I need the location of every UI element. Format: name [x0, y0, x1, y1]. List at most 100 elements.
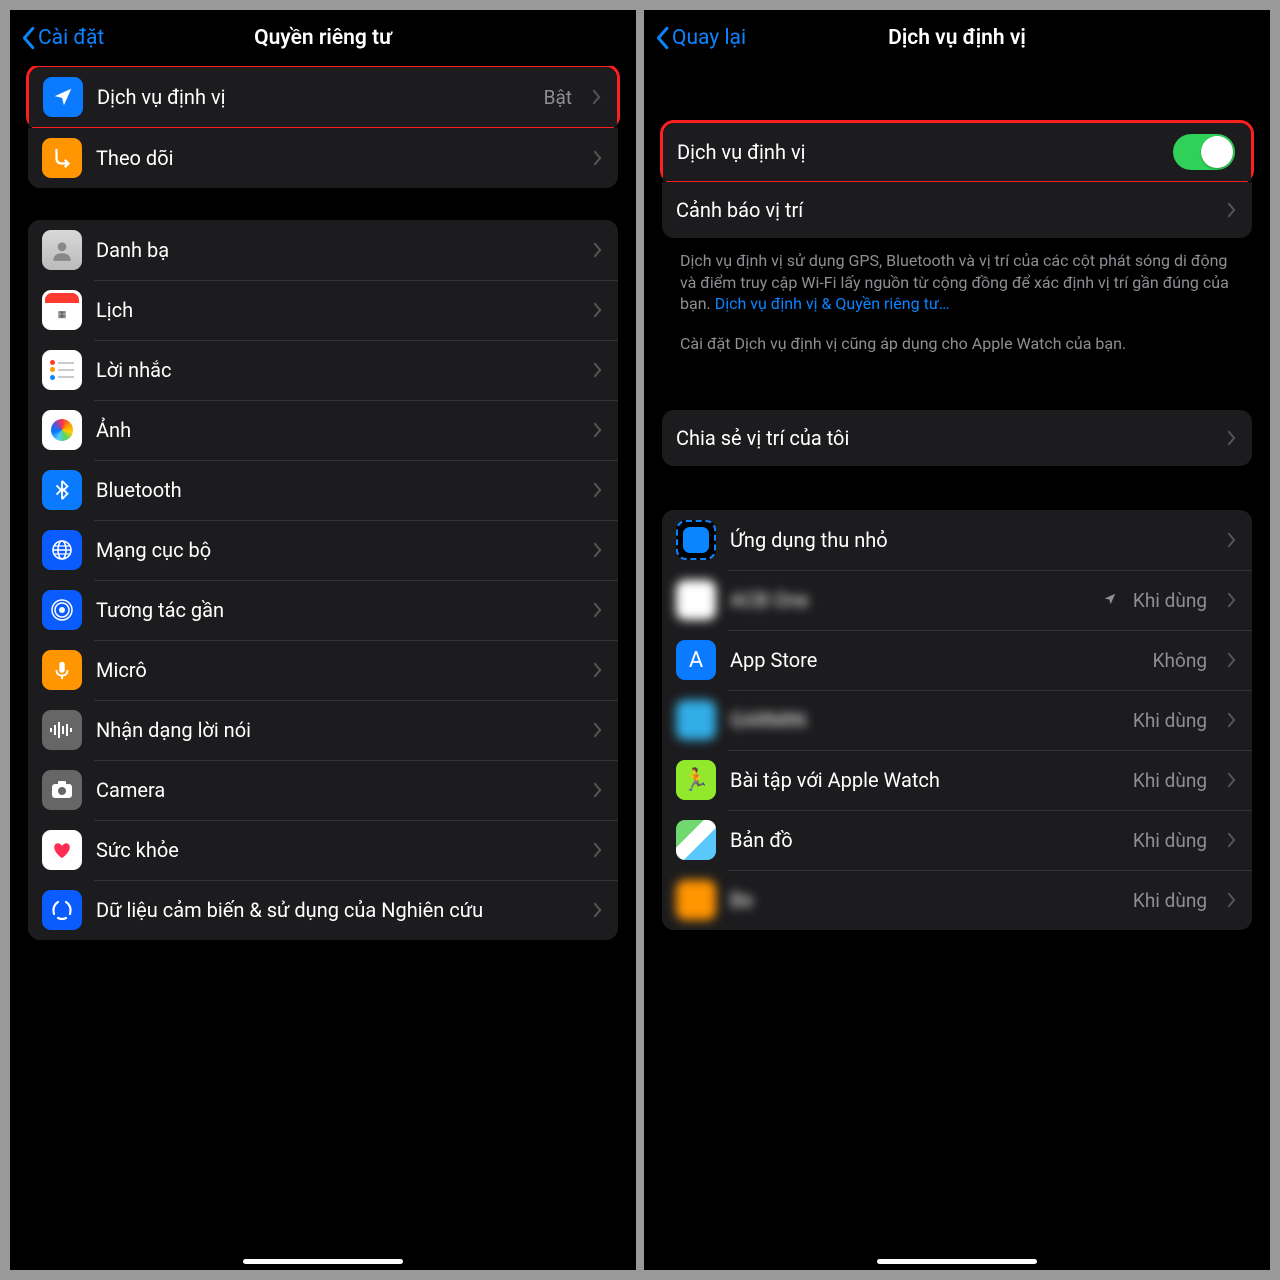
row-label: Mạng cục bộ: [96, 538, 573, 562]
chevron-left-icon: [20, 26, 36, 50]
privacy-row-1[interactable]: Theo dõi: [28, 128, 618, 188]
app-row-5[interactable]: Bản đồ Khi dùng: [662, 810, 1252, 870]
row-label: Tương tác gần: [96, 598, 573, 622]
calendar-icon: ▦: [42, 290, 82, 330]
chevron-left-icon: [654, 26, 670, 50]
privacy-row-0[interactable]: Danh bạ: [28, 220, 618, 280]
location-arrow-icon: [1103, 591, 1117, 610]
privacy-row-11[interactable]: Dữ liệu cảm biến & sử dụng của Nghiên cứ…: [28, 880, 618, 940]
app-row-3[interactable]: GARMIN Khi dùng: [662, 690, 1252, 750]
app-icon: [676, 700, 716, 740]
chevron-right-icon: [1227, 430, 1236, 446]
privacy-row-7[interactable]: Micrô: [28, 640, 618, 700]
chevron-right-icon: [593, 150, 602, 166]
maps-icon: [676, 820, 716, 860]
app-value: Không: [1153, 649, 1207, 672]
description-2: Cài đặt Dịch vụ định vị cũng áp dụng cho…: [662, 315, 1252, 355]
globe-icon: [42, 530, 82, 570]
bluetooth-icon: [42, 470, 82, 510]
app-label: Bài tập với Apple Watch: [730, 768, 1119, 792]
chevron-right-icon: [1227, 202, 1236, 218]
tracking-icon: [42, 138, 82, 178]
app-label: App Store: [730, 648, 1139, 672]
location-alerts-row[interactable]: Cảnh báo vị trí: [662, 182, 1252, 238]
app-label: Be: [730, 888, 1119, 912]
app-value: Khi dùng: [1133, 889, 1207, 912]
row-label: Lịch: [96, 298, 573, 322]
share-my-location-row[interactable]: Chia sẻ vị trí của tôi: [662, 410, 1252, 466]
privacy-link[interactable]: Dịch vụ định vị & Quyền riêng tư…: [715, 294, 950, 313]
location-services-toggle-row[interactable]: Dịch vụ định vị: [663, 123, 1251, 181]
row-label: Dịch vụ định vị: [97, 85, 530, 109]
chevron-right-icon: [593, 602, 602, 618]
app-row-0[interactable]: Ứng dụng thu nhỏ: [662, 510, 1252, 570]
app-label: ACB One: [730, 588, 1089, 612]
row-label: Sức khỏe: [96, 838, 573, 862]
highlight-box: Dịch vụ định vị Bật: [26, 66, 620, 130]
navbar-left: Cài đặt Quyền riêng tư: [10, 10, 636, 66]
chevron-right-icon: [593, 662, 602, 678]
reminders-icon: [42, 350, 82, 390]
chevron-right-icon: [593, 362, 602, 378]
app-row-4[interactable]: 🏃 Bài tập với Apple Watch Khi dùng: [662, 750, 1252, 810]
toggle-switch[interactable]: [1173, 134, 1235, 170]
privacy-row-1[interactable]: ▦ Lịch: [28, 280, 618, 340]
app-icon: 🏃: [676, 760, 716, 800]
privacy-row-5[interactable]: Mạng cục bộ: [28, 520, 618, 580]
app-value: Khi dùng: [1133, 589, 1207, 612]
home-indicator[interactable]: [243, 1259, 403, 1264]
app-label: Ứng dụng thu nhỏ: [730, 528, 1207, 552]
chevron-right-icon: [1227, 592, 1236, 608]
research-icon: [42, 890, 82, 930]
chevron-right-icon: [593, 242, 602, 258]
chevron-right-icon: [593, 482, 602, 498]
mic-icon: [42, 650, 82, 690]
app-label: Bản đồ: [730, 828, 1119, 852]
row-label: Nhận dạng lời nói: [96, 718, 573, 742]
row-label: Danh bạ: [96, 238, 573, 262]
app-label: GARMIN: [730, 708, 1119, 732]
back-label: Cài đặt: [38, 26, 104, 50]
app-row-1[interactable]: ACB One Khi dùng: [662, 570, 1252, 630]
app-value: Khi dùng: [1133, 829, 1207, 852]
row-label: Bluetooth: [96, 478, 573, 502]
navbar-right: Quay lại Dịch vụ định vị: [644, 10, 1270, 66]
app-value: Khi dùng: [1133, 709, 1207, 732]
privacy-row-8[interactable]: Nhận dạng lời nói: [28, 700, 618, 760]
app-row-6[interactable]: Be Khi dùng: [662, 870, 1252, 930]
home-indicator[interactable]: [877, 1259, 1037, 1264]
app-clip-icon: [676, 520, 716, 560]
back-button-left[interactable]: Cài đặt: [20, 26, 104, 50]
privacy-row-4[interactable]: Bluetooth: [28, 460, 618, 520]
chevron-right-icon: [593, 302, 602, 318]
health-icon: [42, 830, 82, 870]
back-button-right[interactable]: Quay lại: [654, 26, 746, 50]
app-icon: [676, 580, 716, 620]
privacy-row-0[interactable]: Dịch vụ định vị Bật: [29, 67, 617, 127]
chevron-right-icon: [592, 89, 601, 105]
privacy-row-10[interactable]: Sức khỏe: [28, 820, 618, 880]
row-label: Camera: [96, 778, 573, 802]
description-1: Dịch vụ định vị sử dụng GPS, Bluetooth v…: [662, 238, 1252, 315]
app-row-2[interactable]: A App Store Không: [662, 630, 1252, 690]
photos-icon: [42, 410, 82, 450]
nearby-icon: [42, 590, 82, 630]
screen-location-services: Quay lại Dịch vụ định vị Dịch vụ định vị…: [644, 10, 1270, 1270]
camera-icon: [42, 770, 82, 810]
privacy-row-6[interactable]: Tương tác gần: [28, 580, 618, 640]
row-label: Dữ liệu cảm biến & sử dụng của Nghiên cứ…: [96, 898, 573, 922]
privacy-row-3[interactable]: Ảnh: [28, 400, 618, 460]
chevron-right-icon: [1227, 892, 1236, 908]
location-arrow-icon: [43, 77, 83, 117]
chevron-right-icon: [593, 722, 602, 738]
row-label: Ảnh: [96, 418, 573, 442]
toggle-label: Dịch vụ định vị: [677, 140, 1159, 164]
chevron-right-icon: [593, 542, 602, 558]
app-icon: [676, 880, 716, 920]
privacy-row-9[interactable]: Camera: [28, 760, 618, 820]
privacy-row-2[interactable]: Lời nhắc: [28, 340, 618, 400]
chevron-right-icon: [1227, 712, 1236, 728]
row-label: Micrô: [96, 658, 573, 682]
waveform-icon: [42, 710, 82, 750]
app-value: Khi dùng: [1133, 769, 1207, 792]
